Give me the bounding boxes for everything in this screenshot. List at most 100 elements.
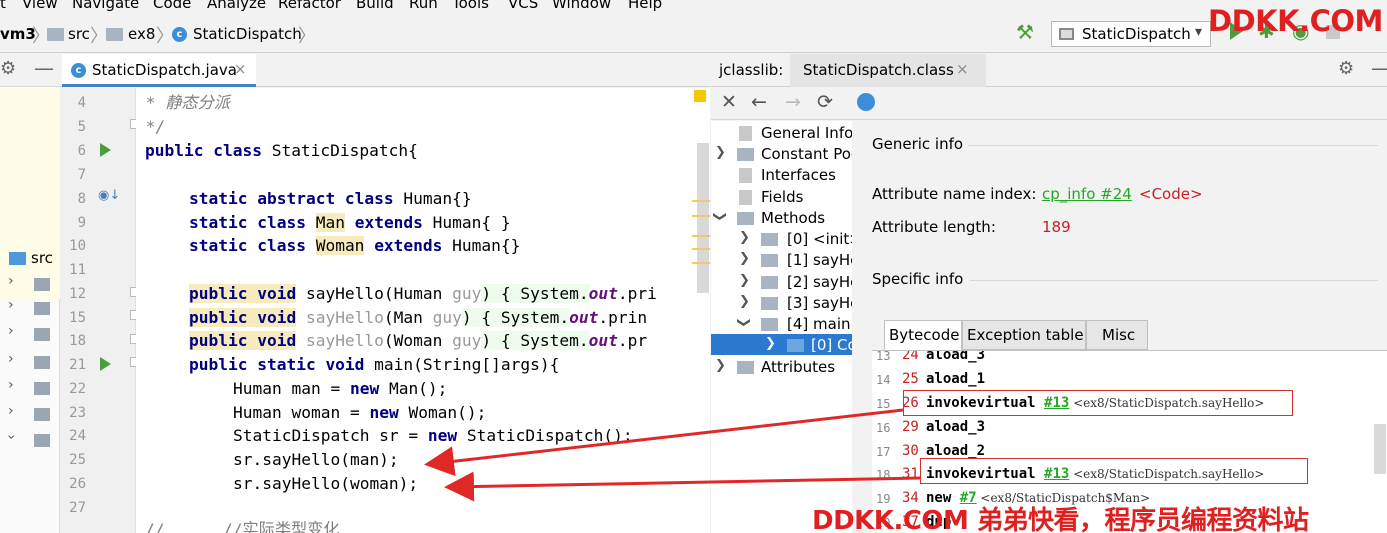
back-arrow-icon[interactable]: ← <box>751 91 767 113</box>
menu-vcs[interactable]: VCS <box>508 0 538 12</box>
menu-item[interactable]: t <box>0 0 6 12</box>
tree-item-general-info[interactable]: General Infor <box>711 123 852 144</box>
run-configuration-select[interactable]: StaticDispatch ▾ <box>1051 21 1211 47</box>
line-number: 22 <box>69 381 86 397</box>
code-line: public class StaticDispatch{ <box>145 141 418 160</box>
implemented-icon[interactable]: ◉↓ <box>98 188 120 203</box>
minimize-icon[interactable]: — <box>1371 56 1387 80</box>
minimize-icon[interactable]: — <box>34 56 54 80</box>
tab-bytecode[interactable]: Bytecode <box>884 320 962 350</box>
project-panel: ⚙ — src › › › › › › › <box>0 54 60 533</box>
chevron-right-icon: ❯ <box>739 251 750 266</box>
line-number: 12 <box>69 286 86 302</box>
chevron-right-icon: ❯ <box>765 336 776 351</box>
tree-item-package[interactable]: › <box>0 272 60 296</box>
tree-item-label: src <box>31 249 53 267</box>
forward-arrow-icon[interactable]: → <box>785 91 801 113</box>
code-line: public void sayHello(Human guy) { System… <box>189 284 657 303</box>
tree-item-src[interactable]: src <box>0 246 60 270</box>
tab-staticdispatch-class[interactable]: StaticDispatch.class × <box>790 54 986 87</box>
tree-item-method-sayhello-1[interactable]: ❯[1] sayHe <box>711 250 852 271</box>
tree-item-interfaces[interactable]: Interfaces <box>711 165 852 186</box>
line-number: 7 <box>77 167 86 183</box>
attribute-length-label: Attribute length: <box>872 218 996 236</box>
code-line: static abstract class Human{} <box>189 189 472 208</box>
breadcrumb-staticdispatch[interactable]: StaticDispatch <box>193 25 302 43</box>
specific-info-heading: Specific info <box>872 270 964 288</box>
gear-icon[interactable]: ⚙ <box>1338 58 1354 79</box>
chevron-down-icon: › <box>2 434 19 440</box>
tree-item-package[interactable]: › <box>0 296 60 320</box>
web-globe-icon[interactable] <box>857 93 875 111</box>
tree-item-method-main[interactable]: ❯ [4] main <box>711 314 852 335</box>
close-icon[interactable]: × <box>956 60 969 78</box>
project-panel-header: ⚙ — <box>0 54 60 87</box>
menu-window[interactable]: Window <box>552 0 611 12</box>
close-icon[interactable]: × <box>234 60 247 78</box>
menu-help[interactable]: Help <box>628 0 662 12</box>
tree-item-package[interactable]: › <box>0 428 60 452</box>
chevron-down-icon: ❯ <box>711 211 727 222</box>
run-gutter-icon[interactable] <box>100 357 111 371</box>
tree-item-code-attribute[interactable]: ❯[0] Co <box>711 335 852 356</box>
menu-view[interactable]: View <box>22 0 58 12</box>
package-icon <box>34 356 50 369</box>
code-editor[interactable]: * 静态分派 */ public class StaticDispatch{ s… <box>136 88 710 533</box>
menu-run[interactable]: Run <box>409 0 438 12</box>
tree-item-attributes[interactable]: ❯ Attributes <box>711 357 852 378</box>
menu-build[interactable]: Build <box>356 0 394 12</box>
scroll-marker <box>692 215 710 217</box>
chevron-right-icon: ❯ <box>739 230 750 245</box>
build-hammer-icon[interactable]: ⚒ <box>1016 20 1034 44</box>
line-number: 15 <box>69 310 86 326</box>
close-icon[interactable]: ✕ <box>721 91 737 113</box>
folder-icon <box>761 318 778 331</box>
chevron-right-icon: ❯ <box>715 145 726 160</box>
breadcrumb-src[interactable]: src <box>68 25 90 43</box>
menu-analyze[interactable]: Analyze <box>207 0 266 12</box>
attribute-name-index-label: Attribute name index: <box>872 185 1037 203</box>
tab-exception-table[interactable]: Exception table <box>962 320 1086 350</box>
menu-tools[interactable]: Tools <box>452 0 489 12</box>
attribute-name-index-link[interactable]: cp_info #24 <box>1042 185 1132 203</box>
tree-item-package[interactable]: › <box>0 376 60 400</box>
tree-item-method-init[interactable]: ❯[0] <init> <box>711 229 852 250</box>
tab-label: StaticDispatch.class <box>803 61 954 79</box>
tab-misc[interactable]: Misc <box>1086 320 1148 350</box>
code-line: public void sayHello(Woman guy) { System… <box>189 331 648 350</box>
tree-item-method-sayhello-3[interactable]: ❯[3] sayHe <box>711 293 852 314</box>
code-line: static class Man extends Human{ } <box>189 213 511 232</box>
tree-item-package[interactable]: › <box>0 322 60 346</box>
tree-item-constant-pool[interactable]: ❯ Constant Poo <box>711 144 852 165</box>
tree-item-fields[interactable]: Fields <box>711 187 852 208</box>
chevron-right-icon: › <box>8 403 14 419</box>
breadcrumb-ex8[interactable]: ex8 <box>128 25 155 43</box>
folder-icon <box>787 339 804 352</box>
tree-item-package[interactable]: › <box>0 402 60 426</box>
editor-tab-staticdispatch-java[interactable]: c StaticDispatch.java × <box>62 54 256 87</box>
bytecode-scrollbar[interactable] <box>1374 424 1386 474</box>
editor-gutter: 4 5 6 7 8 9 10 11 12 15 18 21 22 23 24 2… <box>60 88 140 533</box>
menu-refactor[interactable]: Refactor <box>278 0 341 12</box>
watermark-top: DDKK.COM <box>1208 4 1383 38</box>
menu-code[interactable]: Code <box>153 0 191 12</box>
editor-scrollbar[interactable] <box>697 143 709 293</box>
divider <box>970 280 1378 281</box>
attribute-name-index-value: <Code> <box>1139 185 1203 203</box>
refresh-icon[interactable]: ⟳ <box>817 91 833 113</box>
folder-icon <box>761 254 778 267</box>
tree-item-methods[interactable]: ❯ Methods <box>711 208 852 229</box>
divider <box>968 145 1378 146</box>
class-icon: c <box>71 63 86 78</box>
attribute-length-value: 189 <box>1042 218 1071 236</box>
gear-icon[interactable]: ⚙ <box>0 58 16 79</box>
chevron-right-icon: › <box>8 323 14 339</box>
menu-navigate[interactable]: Navigate <box>72 0 139 12</box>
tree-item-method-sayhello-2[interactable]: ❯[2] sayHe <box>711 272 852 293</box>
annotation-box <box>903 390 1293 416</box>
inspection-status-icon[interactable] <box>694 90 706 102</box>
run-gutter-icon[interactable] <box>100 143 111 157</box>
breadcrumb-project[interactable]: vm3 <box>0 25 36 43</box>
file-icon <box>739 190 752 205</box>
tree-item-package[interactable]: › <box>0 350 60 374</box>
